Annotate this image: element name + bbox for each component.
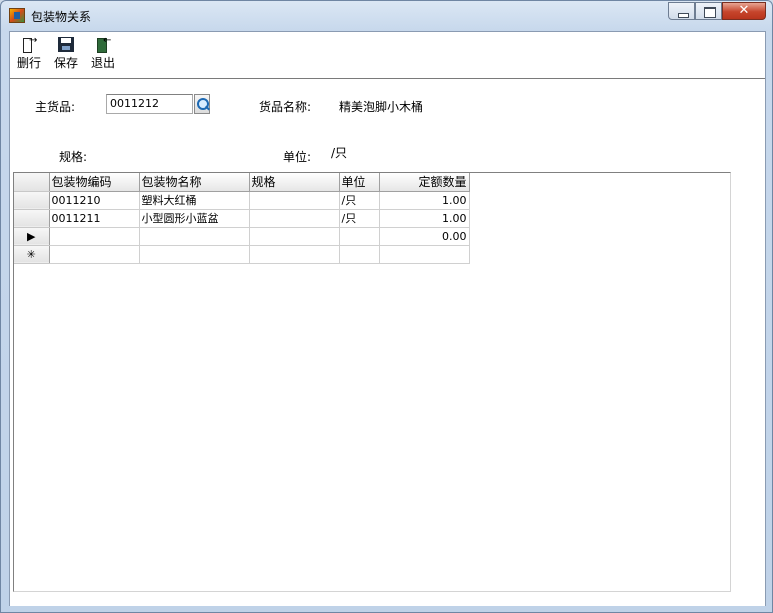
delete-row-button[interactable]: 删行 (12, 35, 46, 75)
cell-code[interactable] (49, 245, 140, 264)
cell-qty[interactable]: 1.00 (379, 209, 470, 228)
column-header[interactable]: 定额数量 (379, 173, 470, 192)
new-row-icon[interactable]: ✳ (14, 245, 50, 264)
form-area: 主货品: 0011212 货品名称: 精美泡脚小木桶 规格: 单位: /只 包装… (10, 79, 765, 606)
app-icon (9, 8, 25, 23)
delete-row-label: 删行 (16, 56, 41, 70)
column-header[interactable]: 单位 (339, 173, 380, 192)
table-row-current[interactable]: ▶ 0.00 (14, 227, 470, 246)
spec-label: 规格: (59, 150, 88, 164)
table-row-new[interactable]: ✳ (14, 245, 470, 264)
window-controls: ✕ (668, 2, 766, 20)
cell-spec[interactable] (249, 191, 340, 210)
table-row[interactable]: 0011210 塑料大红桶 /只 1.00 (14, 191, 470, 210)
current-row-indicator-icon[interactable]: ▶ (14, 227, 50, 246)
window-title: 包装物关系 (31, 10, 92, 24)
cell-code[interactable]: 0011210 (49, 191, 140, 210)
item-name-value: 精美泡脚小木桶 (339, 100, 424, 114)
data-grid[interactable]: 包装物编码 包装物名称 规格 单位 定额数量 0011210 塑料大红桶 /只 … (13, 172, 731, 592)
cell-qty[interactable]: 0.00 (379, 227, 470, 246)
exit-label: 退出 (90, 56, 115, 70)
column-header[interactable]: 包装物编码 (49, 173, 140, 192)
floppy-disk-icon (58, 37, 74, 52)
cell-name[interactable]: 塑料大红桶 (139, 191, 250, 210)
close-icon: ✕ (738, 3, 750, 18)
cell-name[interactable]: 小型圆形小蓝盆 (139, 209, 250, 228)
table-row[interactable]: 0011211 小型圆形小蓝盆 /只 1.00 (14, 209, 470, 228)
cell-spec[interactable] (249, 245, 340, 264)
client-area: 删行 保存 退出 主货品: 0011212 货品名称: 精美泡脚小木桶 规格: … (9, 31, 766, 606)
cell-code[interactable]: 0011211 (49, 209, 140, 228)
unit-value: /只 (331, 146, 348, 160)
cell-unit[interactable] (339, 227, 380, 246)
grid-table: 包装物编码 包装物名称 规格 单位 定额数量 0011210 塑料大红桶 /只 … (14, 173, 470, 264)
row-header[interactable] (14, 209, 50, 228)
save-label: 保存 (53, 56, 78, 70)
cell-spec[interactable] (249, 209, 340, 228)
grid-corner (14, 173, 50, 192)
grid-header-row: 包装物编码 包装物名称 规格 单位 定额数量 (14, 173, 470, 192)
main-item-input[interactable]: 0011212 (106, 94, 193, 114)
main-window: 包装物关系 ✕ 删行 保存 退出 主货品: 0011212 (0, 0, 773, 613)
cell-qty[interactable]: 1.00 (379, 191, 470, 210)
title-bar[interactable]: 包装物关系 ✕ (1, 1, 772, 29)
exit-door-icon (95, 35, 111, 53)
cell-unit[interactable]: /只 (339, 191, 380, 210)
save-button[interactable]: 保存 (49, 37, 83, 75)
maximize-button[interactable] (695, 2, 722, 20)
column-header[interactable]: 包装物名称 (139, 173, 250, 192)
cell-qty[interactable] (379, 245, 470, 264)
close-button[interactable]: ✕ (722, 2, 766, 20)
main-item-label: 主货品: (35, 100, 76, 114)
delete-row-icon (21, 35, 37, 53)
column-header[interactable]: 规格 (249, 173, 340, 192)
search-icon[interactable] (194, 94, 210, 114)
cell-unit[interactable]: /只 (339, 209, 380, 228)
cell-spec[interactable] (249, 227, 340, 246)
toolbar: 删行 保存 退出 (10, 32, 765, 79)
cell-unit[interactable] (339, 245, 380, 264)
minimize-button[interactable] (668, 2, 695, 20)
cell-name[interactable] (139, 245, 250, 264)
unit-label: 单位: (283, 150, 312, 164)
cell-name[interactable] (139, 227, 250, 246)
item-name-label: 货品名称: (259, 100, 312, 114)
row-header[interactable] (14, 191, 50, 210)
cell-code[interactable] (49, 227, 140, 246)
exit-button[interactable]: 退出 (86, 35, 120, 75)
